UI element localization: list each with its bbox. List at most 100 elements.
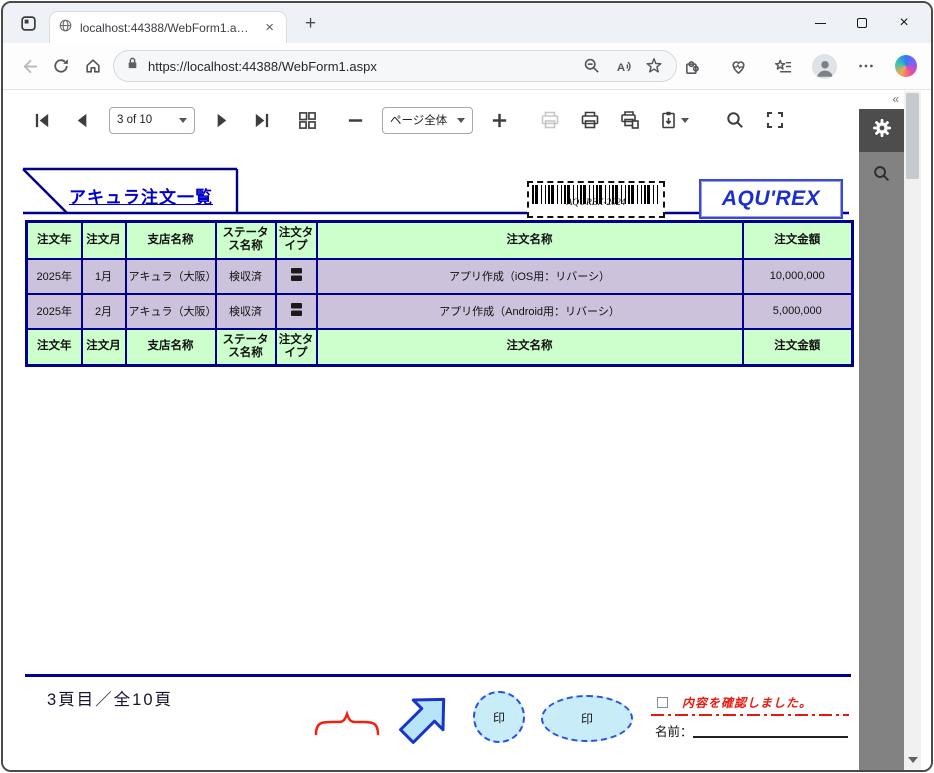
name-underline xyxy=(693,736,848,738)
stamp-circle: 印 xyxy=(473,691,525,743)
favorites-bar-icon[interactable] xyxy=(767,50,799,82)
url-text: https://localhost:44388/WebForm1.aspx xyxy=(148,59,573,74)
footer-branch-name: 支店名称 xyxy=(126,329,216,366)
extensions-icon[interactable] xyxy=(677,50,709,82)
scrollbar-thumb[interactable] xyxy=(906,93,919,179)
scrollbar-down-arrow-icon[interactable] xyxy=(908,757,918,763)
navbar-right-icons xyxy=(677,50,921,82)
cell-order-type xyxy=(276,259,317,294)
panel-body xyxy=(859,152,904,770)
cell-order-amount: 5,000,000 xyxy=(743,294,853,329)
report-page: アキュラ注文一覧 AQUREX-2024 AQU'REX 注文年 注文月 支店名… xyxy=(21,161,855,766)
print-page-button[interactable] xyxy=(616,107,643,134)
maximize-button[interactable] xyxy=(841,8,883,38)
browser-tab[interactable]: localhost:44388/WebForm1.aspx × xyxy=(49,11,287,43)
home-icon[interactable] xyxy=(77,50,109,82)
globe-icon xyxy=(58,18,73,38)
aqurex-logo: AQU'REX xyxy=(699,179,843,219)
page-number-value: 3 of 10 xyxy=(117,114,152,126)
cell-order-name: アプリ作成（iOS用：リバーシ） xyxy=(317,259,743,294)
cell-order-month: 2月 xyxy=(82,294,126,329)
zoom-in-button[interactable] xyxy=(486,107,513,134)
cell-order-year: 2025年 xyxy=(27,259,82,294)
header-order-name: 注文名称 xyxy=(317,222,743,259)
copilot-icon[interactable] xyxy=(895,55,917,77)
viewer-content: 3 of 10 ページ全体 xyxy=(3,91,931,770)
zoom-out-indicator-icon[interactable] xyxy=(580,54,604,78)
footer-order-month: 注文月 xyxy=(82,329,126,366)
cell-order-amount: 10,000,000 xyxy=(743,259,853,294)
vertical-scrollbar[interactable] xyxy=(904,91,921,770)
page-number-select[interactable]: 3 of 10 xyxy=(109,107,195,134)
cell-order-month: 1月 xyxy=(82,259,126,294)
stamp-label: 印 xyxy=(581,710,593,727)
cell-order-type xyxy=(276,294,317,329)
refresh-icon[interactable] xyxy=(45,50,77,82)
last-page-button[interactable] xyxy=(248,107,275,134)
cell-order-year: 2025年 xyxy=(27,294,82,329)
search-button[interactable] xyxy=(721,107,748,134)
header-status-name: ステータス名称 xyxy=(216,222,276,259)
page-count-label: 3頁目／全10頁 xyxy=(47,686,173,710)
header-order-type: 注文タイプ xyxy=(276,222,317,259)
new-tab-button[interactable]: + xyxy=(297,14,324,33)
back-icon[interactable] xyxy=(13,50,45,82)
fullscreen-button[interactable] xyxy=(761,107,788,134)
header-order-year: 注文年 xyxy=(27,222,82,259)
table-header-row: 注文年 注文月 支店名称 ステータス名称 注文タイプ 注文名称 注文金額 xyxy=(27,222,853,259)
barcode-label: AQUREX-2024 xyxy=(532,198,660,208)
browser-window: localhost:44388/WebForm1.aspx × + × http… xyxy=(1,1,933,772)
read-aloud-icon[interactable]: A xyxy=(611,54,635,78)
print-disabled-icon xyxy=(536,107,563,134)
footer-order-type: 注文タイプ xyxy=(276,329,317,366)
confirm-text: 内容を確認しました。 xyxy=(682,694,812,711)
stamp-ellipse: 印 xyxy=(541,695,633,742)
confirm-checkbox[interactable] xyxy=(657,697,668,708)
footer-order-year: 注文年 xyxy=(27,329,82,366)
minimize-button[interactable] xyxy=(799,8,841,38)
settings-tab[interactable] xyxy=(859,109,904,152)
gear-icon xyxy=(872,118,892,143)
window-controls: × xyxy=(799,3,925,43)
order-type-icon xyxy=(290,267,303,285)
header-order-month: 注文月 xyxy=(82,222,126,259)
thumbnails-toggle-icon[interactable] xyxy=(294,107,321,134)
favorite-star-icon[interactable] xyxy=(642,54,666,78)
tab-close-icon[interactable]: × xyxy=(261,19,278,36)
header-branch-name: 支店名称 xyxy=(126,222,216,259)
zoom-out-button[interactable] xyxy=(342,107,369,134)
next-page-button[interactable] xyxy=(208,107,235,134)
report-viewer-toolbar: 3 of 10 ページ全体 xyxy=(3,91,855,149)
first-page-button[interactable] xyxy=(29,107,56,134)
table-row: 2025年 1月 アキュラ（大阪） 検収済 アプリ作成（iOS用：リバーシ） 1… xyxy=(27,259,853,294)
stamp-label: 印 xyxy=(493,709,505,726)
close-button[interactable]: × xyxy=(883,8,925,38)
footer-order-name: 注文名称 xyxy=(317,329,743,366)
address-bar[interactable]: https://localhost:44388/WebForm1.aspx A xyxy=(113,50,677,82)
zoom-mode-value: ページ全体 xyxy=(390,112,447,128)
collapse-panel-icon[interactable]: « xyxy=(859,91,904,109)
export-button[interactable] xyxy=(656,107,692,134)
profile-avatar[interactable] xyxy=(812,54,837,79)
table-row: 2025年 2月 アキュラ（大阪） 検収済 アプリ作成（Android用：リバー… xyxy=(27,294,853,329)
browser-essentials-icon[interactable] xyxy=(722,50,754,82)
cell-status-name: 検収済 xyxy=(216,294,276,329)
red-dash-dot-line xyxy=(651,712,849,718)
table-footer-header-row: 注文年 注文月 支店名称 ステータス名称 注文タイプ 注文名称 注文金額 xyxy=(27,329,853,366)
cell-status-name: 検収済 xyxy=(216,259,276,294)
name-label: 名前： xyxy=(655,721,693,740)
viewer-side-panel: « xyxy=(859,91,904,770)
order-type-icon xyxy=(290,302,303,320)
order-table: 注文年 注文月 支店名称 ステータス名称 注文タイプ 注文名称 注文金額 202… xyxy=(25,220,854,367)
more-menu-icon[interactable] xyxy=(850,50,882,82)
chevron-down-icon xyxy=(681,118,689,123)
panel-search-icon[interactable] xyxy=(872,164,891,188)
print-button[interactable] xyxy=(576,107,603,134)
svg-text:A: A xyxy=(616,61,624,73)
cell-order-name: アプリ作成（Android用：リバーシ） xyxy=(317,294,743,329)
tab-actions-icon[interactable] xyxy=(13,8,43,38)
chevron-down-icon xyxy=(179,118,187,123)
previous-page-button[interactable] xyxy=(69,107,96,134)
zoom-mode-select[interactable]: ページ全体 xyxy=(382,107,473,134)
navigation-bar: https://localhost:44388/WebForm1.aspx A xyxy=(3,43,931,90)
